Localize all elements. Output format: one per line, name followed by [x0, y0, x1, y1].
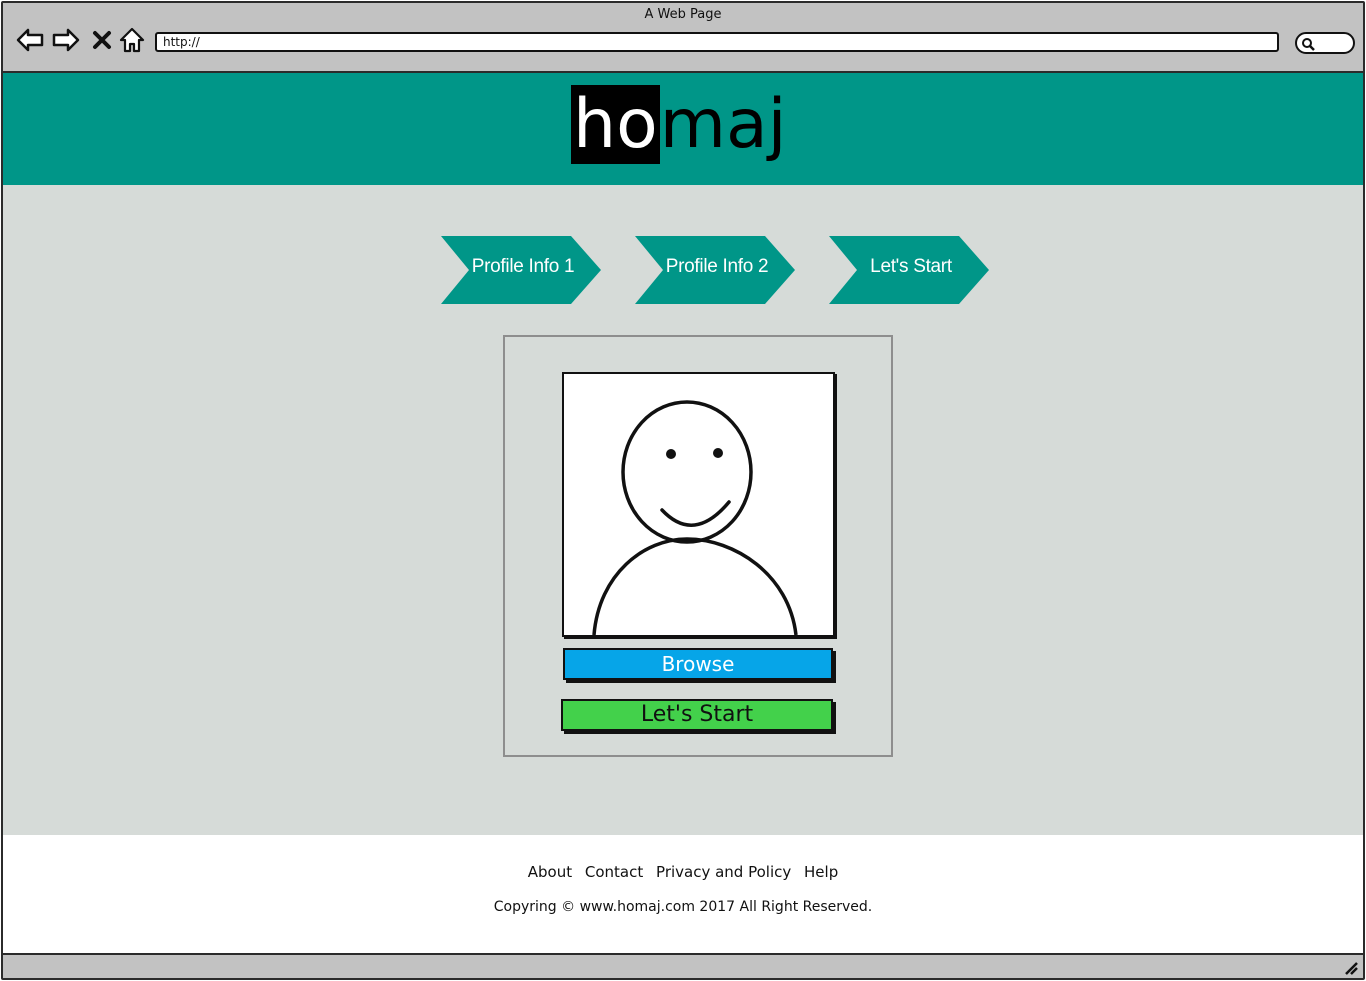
footer-link-contact[interactable]: Contact [585, 863, 643, 881]
site-header: homaj [3, 73, 1363, 185]
site-logo[interactable]: homaj [571, 85, 787, 185]
address-bar[interactable]: http:// [155, 32, 1279, 52]
step-label: Profile Info 2 [665, 256, 769, 277]
step-lets-start[interactable]: Let's Start [829, 236, 989, 304]
step-label: Profile Info 1 [471, 256, 575, 277]
footer-link-privacy[interactable]: Privacy and Policy [656, 863, 791, 881]
close-icon[interactable] [87, 25, 111, 55]
lets-start-button[interactable]: Let's Start [561, 699, 833, 731]
arrow-right-icon[interactable] [51, 25, 81, 55]
browse-button[interactable]: Browse [563, 648, 833, 680]
logo-text: maj [659, 85, 787, 164]
site-footer: About Contact Privacy and Policy Help Co… [3, 835, 1363, 953]
profile-photo-card: Browse Let's Start [503, 335, 893, 757]
step-label: Let's Start [870, 256, 952, 277]
window-title: A Web Page [644, 7, 722, 22]
browser-toolbar: A Web Page http:// [3, 3, 1363, 73]
arrow-left-icon[interactable] [15, 25, 45, 55]
footer-link-help[interactable]: Help [804, 863, 838, 881]
step-profile-info-1[interactable]: Profile Info 1 [441, 236, 601, 304]
footer-link-about[interactable]: About [528, 863, 572, 881]
copyright-text: Copyring © www.homaj.com 2017 All Right … [493, 899, 873, 915]
browser-window: A Web Page http:// homaj Profile Info 1 … [1, 1, 1365, 980]
page-content: homaj Profile Info 1 Profile Info 2 Let'… [3, 73, 1363, 953]
home-icon[interactable] [117, 25, 145, 55]
browser-search-field[interactable] [1295, 32, 1355, 54]
footer-links: About Contact Privacy and Policy Help [3, 863, 1363, 881]
search-icon [1302, 38, 1315, 51]
logo-highlight: ho [571, 85, 660, 164]
status-bar [3, 953, 1363, 978]
resize-grip-icon[interactable] [1343, 960, 1359, 976]
progress-steps: Profile Info 1 Profile Info 2 Let's Star… [441, 236, 1001, 304]
user-placeholder-icon [562, 372, 835, 637]
step-profile-info-2[interactable]: Profile Info 2 [635, 236, 795, 304]
